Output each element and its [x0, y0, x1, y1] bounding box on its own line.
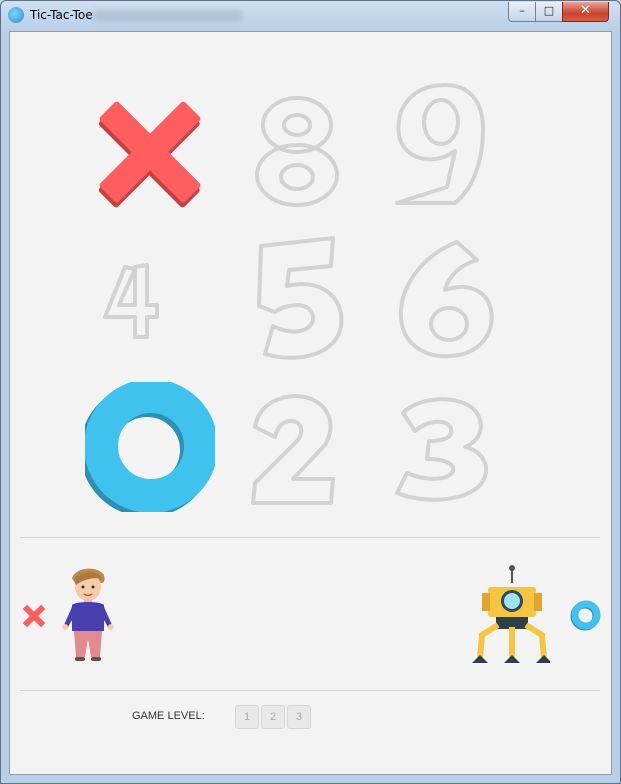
board-cell-3[interactable]	[385, 387, 515, 517]
board-cell-7[interactable]	[85, 87, 215, 217]
digit-6-icon	[398, 240, 494, 359]
board-cell-4[interactable]	[85, 237, 215, 367]
close-button[interactable]: ✕	[562, 2, 609, 22]
digit-3-icon	[395, 397, 489, 502]
level-2-button[interactable]: 2	[261, 705, 285, 729]
app-icon	[8, 7, 24, 23]
close-icon: ✕	[580, 3, 591, 18]
digit-2-icon	[251, 394, 335, 505]
game-level-label: GAME LEVEL:	[132, 710, 205, 722]
board-cell-8[interactable]	[235, 87, 365, 217]
blurred-title-suffix	[93, 10, 243, 21]
game-area: GAME LEVEL: 1 2 3	[9, 31, 612, 775]
app-window: Tic-Tac-Toe – □ ✕ GAME LEVEL: 1 2 3	[0, 0, 621, 784]
player-x-mark-icon	[20, 602, 48, 630]
minimize-icon: –	[519, 4, 525, 17]
board-divider	[20, 537, 600, 538]
o-mark-icon	[85, 382, 215, 512]
level-3-button[interactable]: 3	[287, 705, 311, 729]
level-1-button[interactable]: 1	[235, 705, 259, 729]
window-title: Tic-Tac-Toe	[30, 8, 93, 22]
boy-avatar-icon	[58, 565, 118, 665]
digit-9-icon	[395, 83, 485, 205]
robot-avatar-icon	[470, 565, 552, 665]
minimize-button[interactable]: –	[508, 2, 536, 22]
board-cell-2[interactable]	[235, 387, 365, 517]
maximize-button[interactable]: □	[535, 2, 563, 22]
digit-5-icon	[257, 236, 344, 360]
player-o-mark-icon	[570, 599, 602, 631]
players-divider	[20, 690, 600, 691]
board-cell-5[interactable]	[235, 232, 365, 362]
digit-4-icon	[103, 263, 159, 339]
board-cell-9[interactable]	[385, 77, 515, 207]
maximize-icon: □	[543, 4, 555, 17]
x-mark-icon	[98, 101, 201, 208]
board-cell-6[interactable]	[385, 232, 515, 362]
digit-8-icon	[255, 96, 339, 207]
board-cell-1[interactable]	[85, 382, 215, 512]
title-bar[interactable]: Tic-Tac-Toe – □ ✕	[1, 1, 620, 29]
